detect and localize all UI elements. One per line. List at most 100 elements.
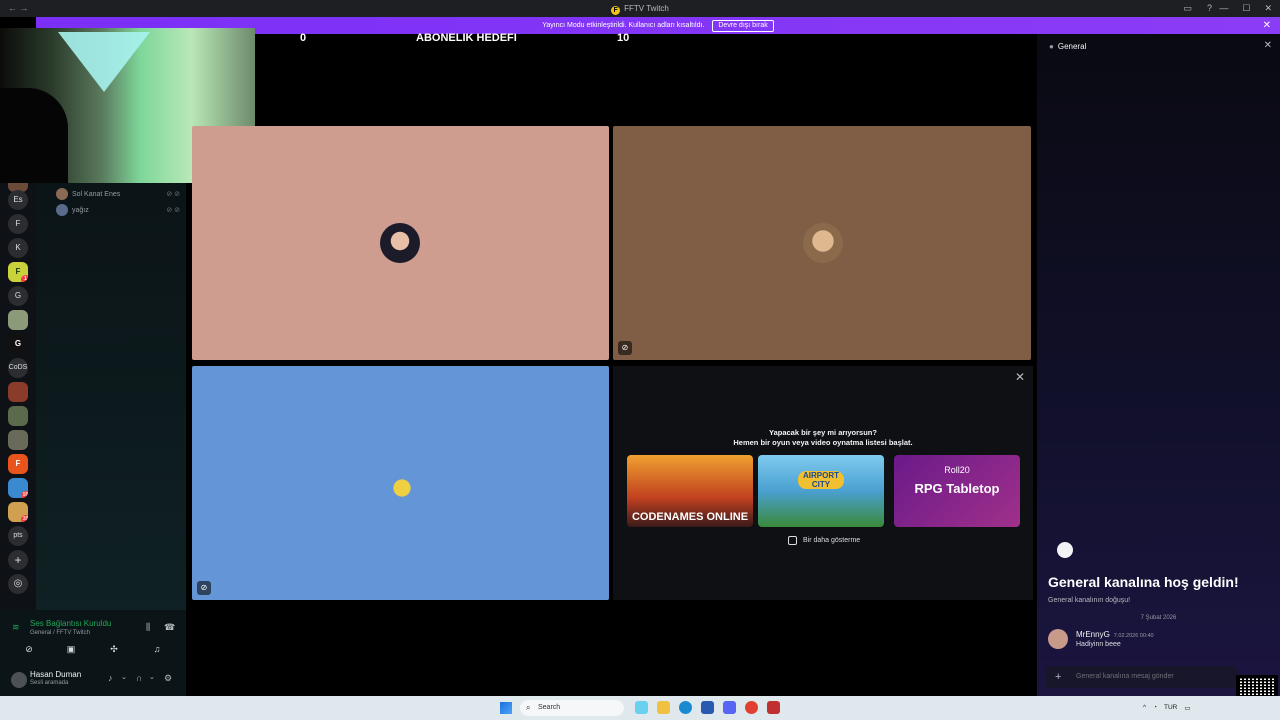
app-icon[interactable]	[767, 701, 780, 714]
server-es[interactable]: Es	[8, 190, 28, 210]
chevron-down-icon[interactable]: ⌄	[149, 673, 155, 681]
close-button[interactable]: ✕	[1264, 3, 1272, 14]
search-placeholder: Search	[538, 704, 561, 711]
participant-tile[interactable]: ⊘	[192, 366, 609, 600]
taskbar: ⌕ Search ^ ◔ TUR ▭	[0, 696, 1280, 720]
avatar	[56, 204, 68, 216]
disconnect-icon[interactable]: ☎	[164, 622, 175, 633]
nanoleaf-lights	[58, 32, 150, 92]
message-author[interactable]: MrEnnyG	[1076, 630, 1110, 639]
server-g[interactable]: G	[8, 286, 28, 306]
edge-icon[interactable]	[679, 701, 692, 714]
server-k[interactable]: K	[8, 238, 28, 258]
voice-panel: ≋ Ses Bağlantısı Kuruldu General / FFTV …	[0, 610, 186, 700]
server-f[interactable]: F	[8, 214, 28, 234]
windows-start-icon[interactable]	[500, 702, 512, 714]
welcome-subtitle: General kanalının doğuşu!	[1048, 597, 1131, 604]
activity-heading: Yapacak bir şey mi arıyorsun?	[769, 428, 877, 437]
game-brand: Roll20	[944, 465, 970, 475]
goal-target: 10	[617, 32, 630, 44]
server-icon[interactable]: 38	[8, 502, 28, 522]
copilot-icon[interactable]	[635, 701, 648, 714]
maximize-button[interactable]: ☐	[1242, 3, 1250, 14]
message-input[interactable]: + General kanalına mesaj gönder	[1045, 666, 1237, 688]
participant-tile[interactable]: ⊘	[613, 126, 1031, 360]
plus-icon[interactable]: +	[1055, 666, 1061, 688]
checkbox-icon[interactable]	[788, 536, 797, 545]
activity-suggestions: ✕ Yapacak bir şey mi arıyorsun? Hemen bi…	[613, 366, 1033, 600]
unread-badge: 98	[21, 491, 28, 498]
avatar	[56, 188, 68, 200]
banner-close-icon[interactable]: ✕	[1263, 17, 1271, 34]
voice-user[interactable]: Sol Kanat Enes ⊘ ⊘	[56, 188, 180, 200]
inbox-icon[interactable]: ▭	[1183, 3, 1192, 14]
camera-off-icon[interactable]: ⊘	[20, 644, 38, 658]
message-input-placeholder: General kanalına mesaj gönder	[1076, 673, 1174, 680]
user-name[interactable]: Hasan Duman	[30, 670, 81, 679]
avatar	[380, 223, 420, 263]
user-status: Sesli aramada	[30, 680, 69, 686]
voice-user-name: Sol Kanat Enes	[72, 190, 121, 198]
server-icon[interactable]	[8, 382, 28, 402]
app-icon[interactable]	[701, 701, 714, 714]
goal-title: ABONELIK HEDEFI	[416, 32, 517, 44]
voice-connected-status[interactable]: Ses Bağlantısı Kuruldu	[30, 619, 111, 628]
participant-tile[interactable]	[192, 126, 609, 360]
server-logo-icon: F	[611, 6, 621, 15]
minimize-button[interactable]: —	[1219, 3, 1228, 14]
settings-gear-icon[interactable]: ⚙	[164, 673, 172, 684]
help-icon[interactable]: ?	[1207, 3, 1212, 13]
avatar[interactable]	[1048, 629, 1068, 649]
chevron-down-icon[interactable]: ⌄	[121, 673, 127, 681]
server-icon[interactable]: F	[8, 454, 28, 474]
screen-share-icon[interactable]: ▣	[62, 644, 80, 658]
game-title: RPG Tabletop	[914, 481, 1000, 496]
muted-deafened-icon: ⊘ ⊘	[166, 191, 180, 198]
discord-icon[interactable]	[723, 701, 736, 714]
microphone-icon[interactable]: ♪	[108, 673, 113, 683]
server-icon[interactable]: G	[8, 334, 28, 354]
server-cods[interactable]: CoDS	[8, 358, 28, 378]
headphones-icon[interactable]: ∩	[136, 673, 142, 683]
voice-user[interactable]: yağız ⊘ ⊘	[56, 204, 180, 216]
subscription-goal: 0 ABONELIK HEDEFI 10	[255, 28, 1035, 48]
add-server-icon[interactable]: +	[8, 550, 28, 570]
avatar	[803, 223, 843, 263]
window-title: F FFTV Twitch	[0, 4, 1280, 15]
server-icon[interactable]	[8, 406, 28, 426]
window-titlebar: ← → F FFTV Twitch ▭ ? — ☐ ✕	[0, 0, 1280, 17]
chrome-icon[interactable]	[745, 701, 758, 714]
server-fftv[interactable]: F1	[8, 262, 28, 282]
server-pts[interactable]: pts	[8, 526, 28, 546]
close-icon[interactable]: ✕	[1015, 370, 1025, 384]
file-explorer-icon[interactable]	[657, 701, 670, 714]
message-time: 7.02.2026 00:40	[1113, 633, 1154, 639]
noise-suppression-icon[interactable]: ⫼	[146, 622, 150, 633]
server-icon[interactable]	[8, 430, 28, 450]
game-airport-city[interactable]: AIRPORT CITY	[758, 455, 884, 527]
activities-icon[interactable]: ✣	[105, 644, 123, 658]
game-roll20[interactable]: Roll20 RPG Tabletop	[894, 455, 1020, 527]
close-chat-icon[interactable]: ✕	[1264, 40, 1272, 51]
user-avatar[interactable]	[11, 672, 27, 688]
video-off-icon: ⊘	[197, 581, 211, 595]
gaming-chair	[0, 88, 68, 183]
voice-channel-path[interactable]: General / FFTV Twitch	[30, 630, 90, 636]
language-indicator[interactable]: TUR	[1164, 704, 1177, 712]
system-tray[interactable]: ^ ◔ TUR ▭	[1143, 704, 1191, 712]
dont-show-again-checkbox[interactable]: Bir daha gösterme	[788, 536, 860, 545]
search-icon: ⌕	[526, 703, 531, 712]
date-divider: 7 Şubat 2026	[1140, 615, 1177, 621]
server-icon[interactable]	[8, 310, 28, 330]
soundboard-icon[interactable]: ♫	[148, 644, 166, 658]
game-codenames[interactable]: CODENAMES ONLINE	[627, 455, 753, 527]
signal-icon[interactable]: ≋	[12, 622, 20, 633]
chevron-up-icon[interactable]: ^	[1143, 704, 1146, 712]
channel-list: Sol Kanat Enes ⊘ ⊘ yağız ⊘ ⊘	[36, 170, 186, 610]
monitor-icon[interactable]: ▭	[1184, 704, 1190, 712]
server-icon[interactable]: 98	[8, 478, 28, 498]
taskbar-search[interactable]: ⌕ Search	[520, 700, 624, 716]
network-icon[interactable]: ◔	[1153, 704, 1157, 712]
unread-badge: 1	[21, 275, 28, 282]
discover-icon[interactable]: ◎	[8, 574, 28, 594]
